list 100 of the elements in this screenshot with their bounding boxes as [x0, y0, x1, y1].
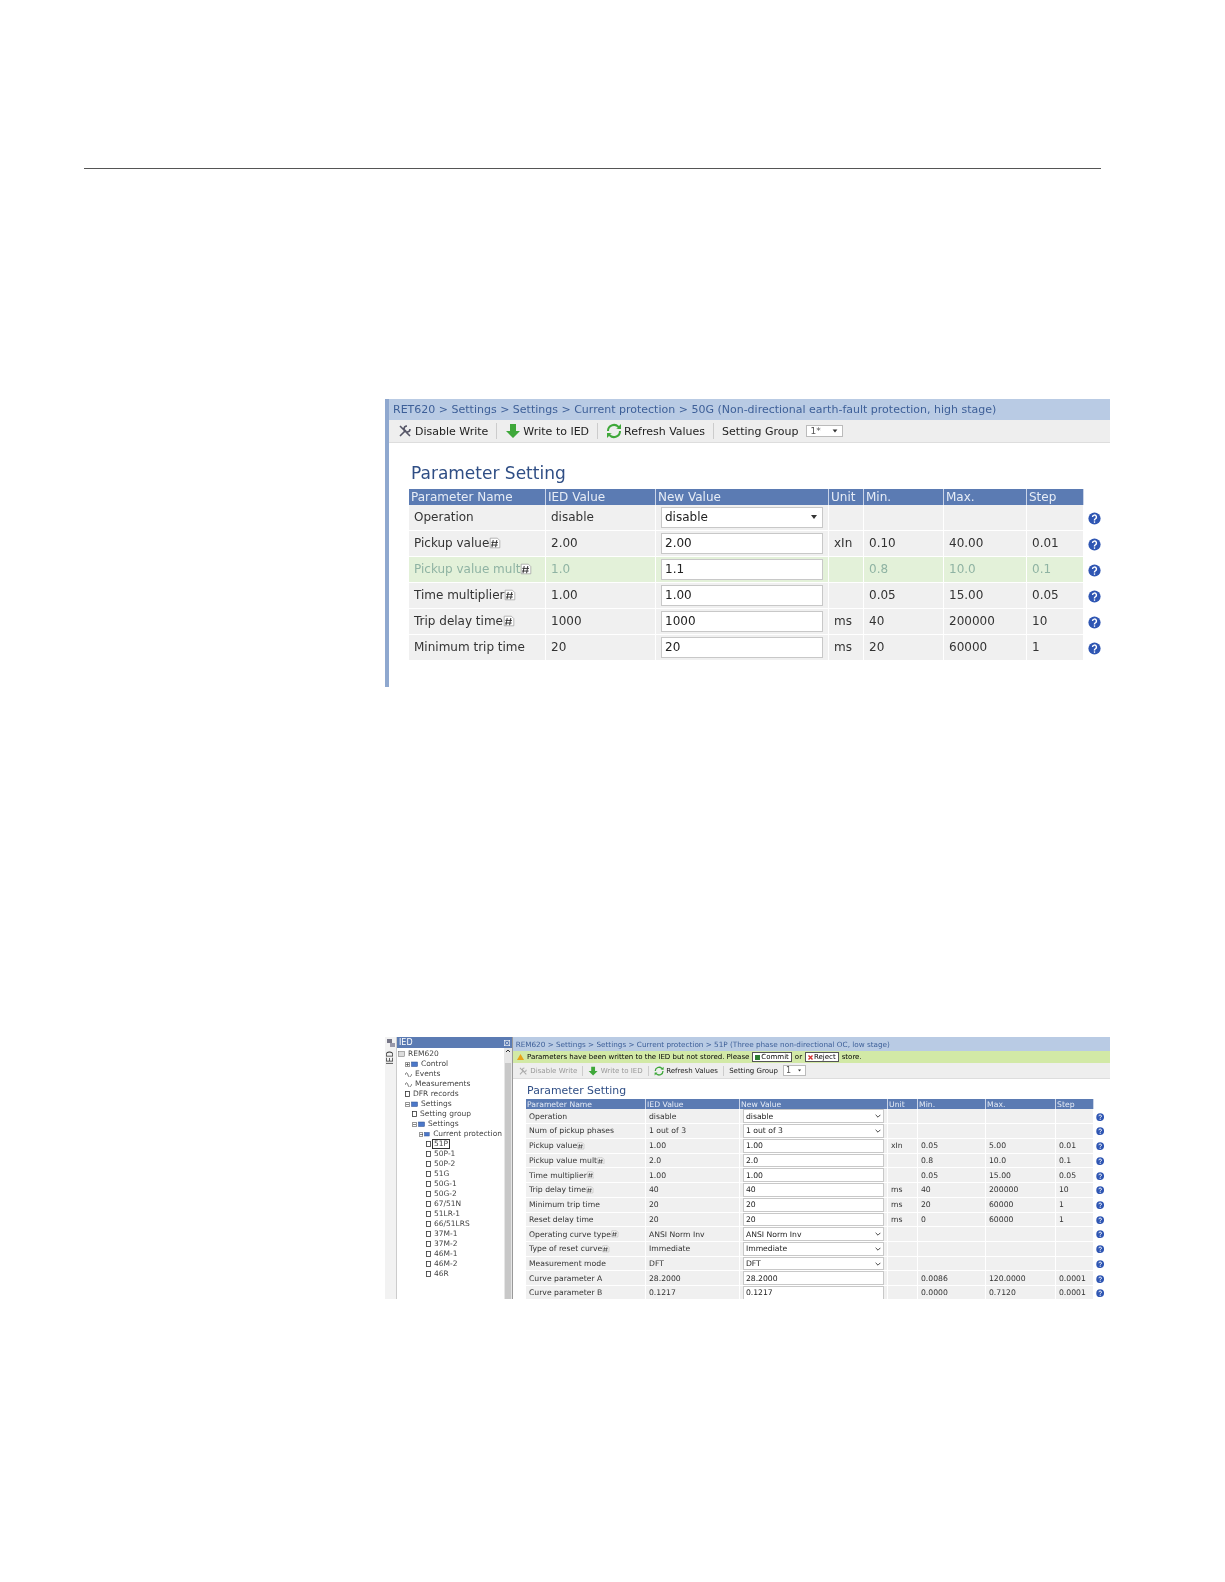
ied-value-cell: 20: [546, 635, 656, 661]
node-icon: [412, 1111, 417, 1117]
note-icon: [597, 1156, 605, 1165]
step-cell: 0.1: [1027, 557, 1084, 583]
note-icon: [586, 1171, 595, 1179]
write-to-ied-button[interactable]: Write to IED: [505, 423, 599, 439]
max-cell: 10.0: [944, 557, 1027, 583]
ied-tab[interactable]: IED: [386, 1051, 395, 1065]
max-cell: 60000: [944, 635, 1027, 661]
up-caret-icon: [505, 1048, 511, 1053]
value-input[interactable]: 1.00: [661, 585, 823, 606]
setting-group-label: Setting Group: [722, 424, 799, 438]
value-input[interactable]: 20: [661, 637, 823, 658]
setting-group-dropdown[interactable]: 1*: [806, 425, 843, 437]
node-icon: [426, 1171, 431, 1177]
help-icon: [1087, 537, 1101, 551]
max-cell: 40.00: [944, 531, 1027, 557]
node-icon: [426, 1181, 431, 1187]
note-icon: [602, 1245, 610, 1253]
node-icon: [426, 1151, 431, 1157]
node-icon: [426, 1271, 431, 1277]
note-icon: [504, 589, 517, 602]
wrench-icon: [397, 423, 413, 439]
node-icon: [426, 1191, 431, 1197]
caret-icon: [797, 1068, 803, 1074]
help-icon: [1095, 1230, 1104, 1239]
column-header: Parameter Name: [409, 489, 546, 505]
column-header: IED Value: [546, 489, 656, 505]
help-icon: [1095, 1142, 1104, 1151]
down-arrow-icon: [505, 423, 522, 439]
ied-value-cell: 1.00: [546, 583, 656, 609]
help-icon: [1095, 1127, 1104, 1136]
help-icon: [1087, 511, 1101, 525]
parameter-name: Pickup value: [414, 536, 490, 551]
node-icon: [426, 1161, 431, 1167]
column-header: Min.: [864, 489, 944, 505]
refresh-values-button[interactable]: Refresh Values: [606, 423, 715, 439]
value-input[interactable]: 1000: [661, 611, 823, 632]
note-icon: [610, 1230, 619, 1238]
x-icon: [808, 1054, 813, 1060]
wrench-icon: [518, 1065, 529, 1076]
value-input[interactable]: 2.00: [661, 533, 823, 554]
section-title: Parameter Setting: [527, 1084, 628, 1098]
value-input[interactable]: 1.1: [661, 559, 823, 580]
node-icon: [426, 1251, 431, 1257]
max-cell: 200000: [944, 609, 1027, 635]
disable-write-button[interactable]: Disable Write: [397, 423, 498, 439]
min-cell: 40: [864, 609, 944, 635]
note-icon: [520, 563, 533, 576]
device-icon: [398, 1051, 405, 1057]
refresh-icon: [606, 423, 623, 439]
step-cell: 0.01: [1027, 531, 1084, 557]
help-icon: [1087, 563, 1101, 577]
close-icon: [504, 1039, 510, 1046]
ied-value-cell: 1.0: [546, 557, 656, 583]
panel-title: IED: [399, 1038, 413, 1047]
help-icon: [1095, 1156, 1104, 1166]
note-icon: [489, 537, 502, 550]
breadcrumb: RET620 > Settings > Settings > Current protection > 50G (Non-directional earth-fault protection, high stage): [389, 399, 1110, 420]
help-icon: [1095, 1112, 1104, 1121]
chevron-down-icon: [874, 1260, 881, 1267]
min-cell: 20: [864, 635, 944, 661]
node-icon: [426, 1221, 431, 1227]
collapse-toggle[interactable]: [419, 1131, 424, 1137]
min-cell: 0.10: [864, 531, 944, 557]
node-icon: [426, 1241, 431, 1247]
help-icon: [1095, 1259, 1104, 1269]
collapse-toggle[interactable]: [412, 1121, 417, 1127]
min-cell: 0.05: [864, 583, 944, 609]
note-icon: [585, 1186, 594, 1194]
help-icon: [1087, 589, 1101, 603]
value-dropdown[interactable]: disable: [661, 507, 823, 528]
refresh-icon: [653, 1065, 665, 1076]
step-cell: 10: [1027, 609, 1084, 635]
collapse-toggle[interactable]: [405, 1101, 410, 1107]
parameter-name: Operation: [414, 510, 474, 525]
column-header: Unit: [829, 489, 864, 505]
max-cell: 15.00: [944, 583, 1027, 609]
expand-toggle[interactable]: [405, 1061, 410, 1067]
help-icon: [1095, 1245, 1104, 1254]
parameter-name: Time multiplier: [414, 588, 505, 603]
help-icon: [1095, 1200, 1104, 1210]
down-arrow-icon: [588, 1065, 599, 1076]
node-icon: [405, 1091, 410, 1097]
unit-cell: ms: [829, 635, 864, 661]
unit-cell: ms: [829, 609, 864, 635]
folder-icon: [411, 1061, 418, 1067]
unit-cell: xIn: [829, 531, 864, 557]
ied-value-cell: 2.00: [546, 531, 656, 557]
scrollbar[interactable]: [504, 1048, 512, 1299]
step-cell: 1: [1027, 635, 1084, 661]
node-icon: [426, 1231, 431, 1237]
help-icon: [1095, 1186, 1104, 1195]
column-header: Step: [1027, 489, 1084, 505]
min-cell: 0.8: [864, 557, 944, 583]
step-cell: 0.05: [1027, 583, 1084, 609]
ied-value-cell: 1000: [546, 609, 656, 635]
column-header: Max.: [944, 489, 1027, 505]
note-icon: [577, 1141, 585, 1150]
node-icon: [426, 1261, 431, 1267]
